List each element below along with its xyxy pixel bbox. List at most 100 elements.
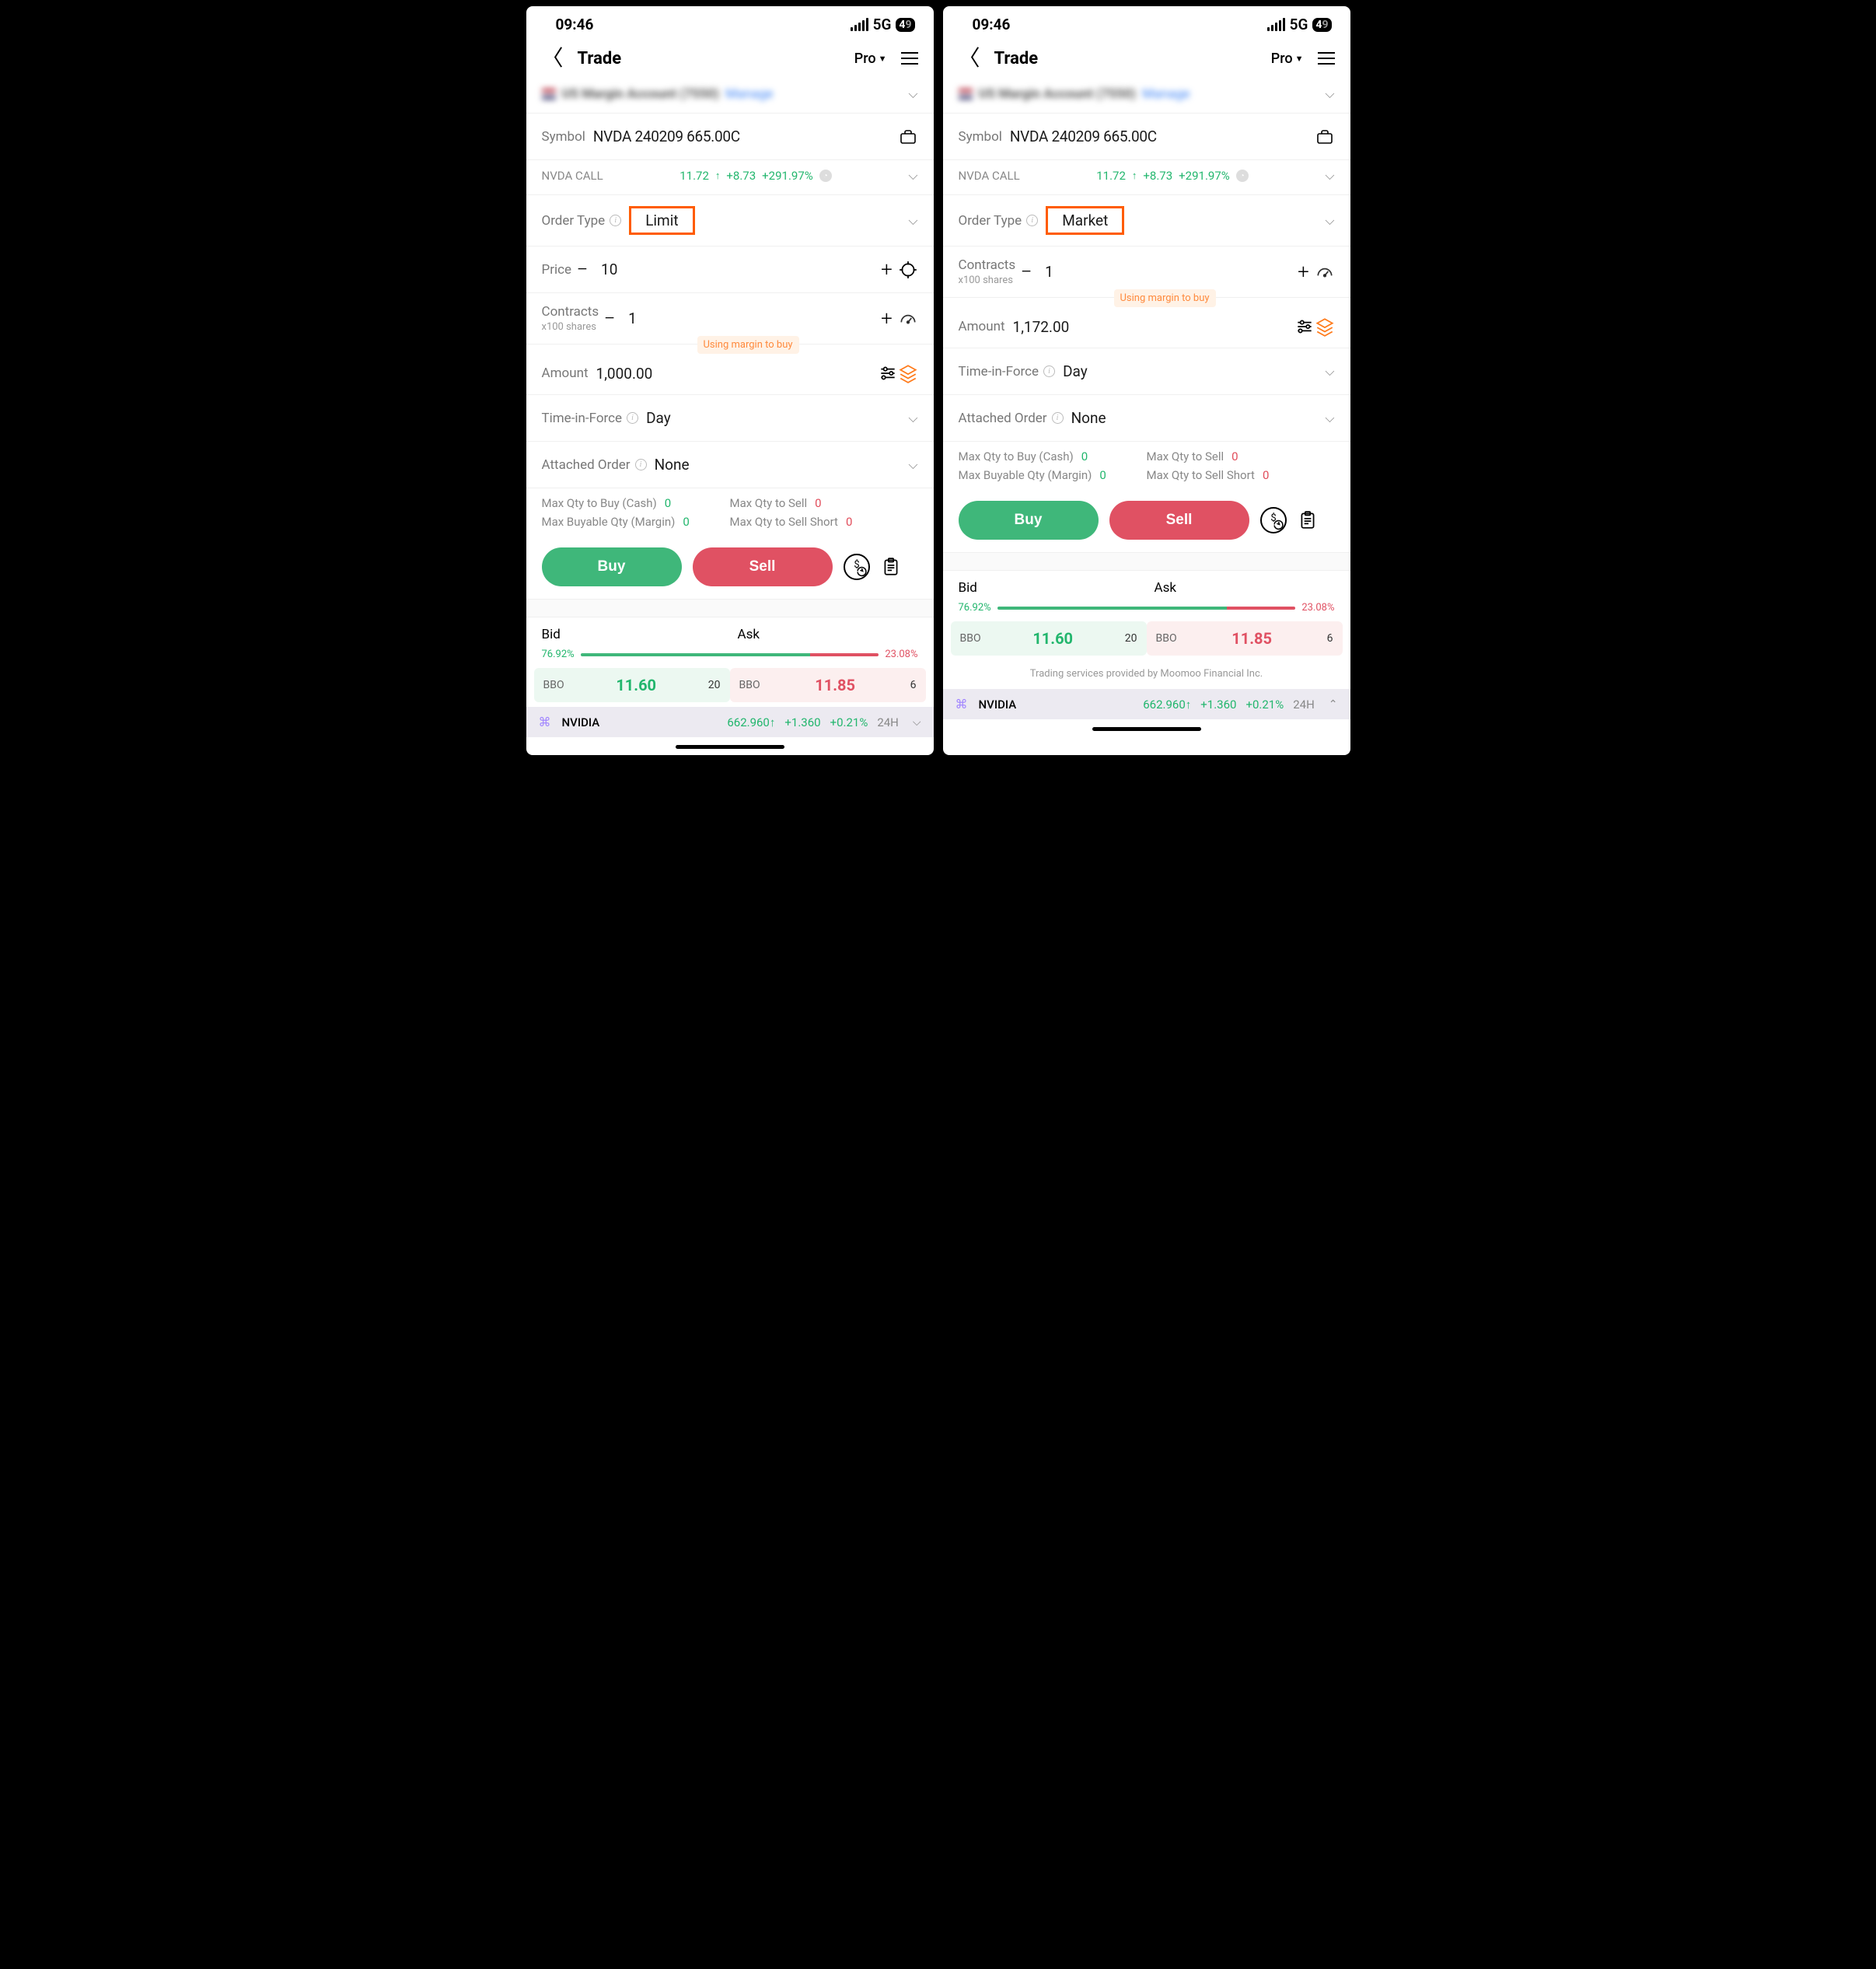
minus-button[interactable]: − [571,258,593,282]
chevron-down-icon: ⌵ [913,716,921,729]
network-label: 5G [1290,16,1308,33]
contracts-input[interactable]: 1 [620,310,875,327]
sell-button[interactable]: Sell [693,547,833,586]
back-button[interactable]: 〈 [542,47,564,69]
tif-row[interactable]: Time-in-Forcei Day ⌵ [943,348,1350,395]
info-icon[interactable]: i [1052,412,1064,424]
arrow-up-icon: ↑ [715,170,721,182]
margin-badge: Using margin to buy [697,336,799,354]
account-selector[interactable]: US Margin Account (7550) Manage ⌵ [943,79,1350,114]
bbo-ask-cell[interactable]: BBO 11.85 6 [730,668,926,702]
bbo-row: BBO 11.60 20 BBO 11.85 6 [943,621,1350,656]
price-input[interactable]: 10 [593,261,875,278]
gauge-icon[interactable] [1315,262,1335,282]
info-icon[interactable]: i [610,215,621,226]
chevron-up-icon: ⌃ [1329,698,1338,711]
home-indicator [676,745,784,749]
signal-icon [1267,18,1285,31]
bbo-bid-cell[interactable]: BBO 11.60 20 [534,668,730,702]
qty-buy-cash-label: Max Qty to Buy (Cash) [959,449,1074,463]
chevron-down-icon: ⌵ [1325,364,1334,379]
attached-value: None [647,456,909,474]
ticker-change-pct: +0.21% [1245,698,1284,712]
chevron-down-icon: ⌵ [908,213,917,229]
qty-sell-short-val: 0 [1263,468,1269,482]
action-row: Buy Sell $ [526,540,934,599]
bidask-pct-bar: 76.92% 23.08% [526,649,934,668]
back-button[interactable]: 〈 [959,47,980,69]
bid-qty: 20 [708,679,721,691]
qty-sell-short-label: Max Qty to Sell Short [1147,468,1255,482]
briefcase-icon[interactable] [898,127,918,147]
bid-price: 11.60 [616,676,656,694]
plus-button[interactable]: + [876,307,898,330]
quote-name: NVDA CALL [542,169,603,183]
gauge-icon[interactable] [898,309,918,329]
info-icon[interactable]: i [1043,365,1055,377]
order-type-row[interactable]: Order Typei Limit ⌵ [526,195,934,247]
ask-header: Ask [730,627,918,642]
qty-buy-margin-val: 0 [1099,468,1106,482]
status-right: 5G 49 [1267,16,1332,33]
quote-row[interactable]: NVDA CALL 11.72 ↑ +8.73 +291.97% ◔ ⌵ [943,160,1350,195]
pro-toggle[interactable]: Pro▼ [1271,51,1304,67]
bbo-label: BBO [1156,632,1177,645]
quote-price: 11.72 [1096,169,1126,183]
buy-button[interactable]: Buy [542,547,682,586]
menu-icon[interactable] [1318,52,1335,65]
flag-icon [959,89,973,100]
qty-buy-cash-val: 0 [1081,449,1088,463]
target-icon[interactable] [898,260,918,280]
layers-icon[interactable] [898,363,918,383]
quote-change-abs: +8.73 [1143,169,1172,183]
symbol-label: Symbol [542,129,585,145]
tif-row[interactable]: Time-in-Forcei Day ⌵ [526,395,934,442]
info-icon[interactable]: i [635,459,647,470]
minus-button[interactable]: − [599,307,620,330]
minus-button[interactable]: − [1015,261,1037,284]
sliders-icon[interactable] [1294,317,1315,337]
amount-label: Amount [542,365,589,381]
order-type-row[interactable]: Order Typei Market ⌵ [943,195,1350,247]
cost-icon[interactable]: $ [1260,507,1287,533]
account-selector[interactable]: US Margin Account (7550) Manage ⌵ [526,79,934,114]
clipboard-icon[interactable] [881,557,901,577]
info-icon[interactable]: i [627,412,638,424]
ask-pct: 23.08% [1301,602,1334,614]
ticker-price: 662.960↑ [1143,698,1191,712]
bbo-bid-cell[interactable]: BBO 11.60 20 [951,621,1147,656]
attached-order-row[interactable]: Attached Orderi None ⌵ [526,442,934,488]
buy-button[interactable]: Buy [959,501,1099,540]
ticker-period: 24H [1293,698,1315,712]
plus-button[interactable]: + [876,258,898,282]
ticker-bar[interactable]: ⌘ NVIDIA 662.960↑ +1.360 +0.21% 24H ⌃ [943,689,1350,719]
menu-icon[interactable] [901,52,918,65]
tif-label: Time-in-Forcei [959,364,1056,379]
attached-order-row[interactable]: Attached Orderi None ⌵ [943,395,1350,442]
ask-price: 11.85 [1231,629,1272,648]
info-icon[interactable]: i [1026,215,1038,226]
symbol-value[interactable]: NVDA 240209 665.00C [585,128,898,145]
clipboard-icon[interactable] [1298,510,1318,530]
quote-change-pct: +291.97% [762,169,813,183]
sliders-icon[interactable] [878,363,898,383]
layers-icon[interactable] [1315,317,1335,337]
bid-pct: 76.92% [959,602,991,614]
bbo-ask-cell[interactable]: BBO 11.85 6 [1147,621,1343,656]
symbol-value[interactable]: NVDA 240209 665.00C [1002,128,1315,145]
cost-icon[interactable]: $ [844,554,870,580]
section-divider [943,552,1350,571]
briefcase-icon[interactable] [1315,127,1335,147]
sell-button[interactable]: Sell [1109,501,1249,540]
order-type-label: Order Typei [542,213,622,229]
ticker-bar[interactable]: ⌘ NVIDIA 662.960↑ +1.360 +0.21% 24H ⌵ [526,707,934,737]
quote-row[interactable]: NVDA CALL 11.72 ↑ +8.73 +291.97% ◔ ⌵ [526,160,934,195]
arrow-up-icon: ↑ [770,715,776,729]
order-type-label: Order Typei [959,213,1039,229]
bbo-label: BBO [543,679,564,691]
plus-button[interactable]: + [1293,261,1315,284]
contracts-input[interactable]: 1 [1037,263,1292,281]
pro-toggle[interactable]: Pro▼ [854,51,887,67]
contracts-row: Contracts x100 shares − 1 + Using margin… [943,247,1350,298]
ask-pct: 23.08% [885,649,917,660]
